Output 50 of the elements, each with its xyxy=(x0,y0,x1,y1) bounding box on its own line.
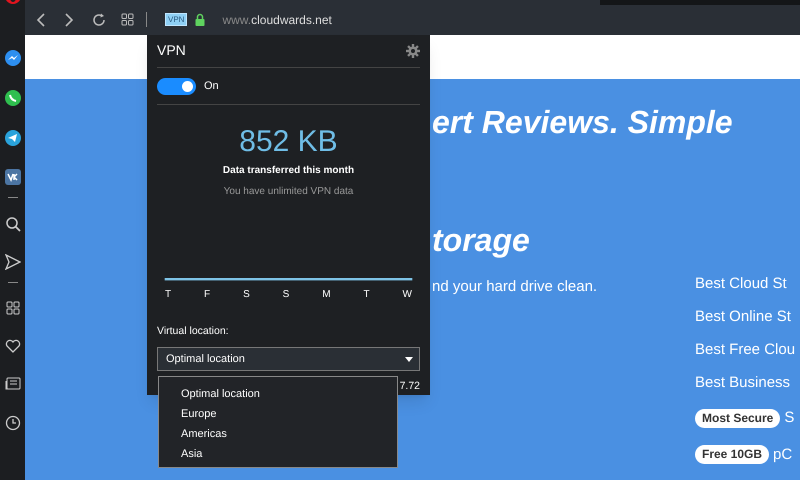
location-option[interactable]: Europe xyxy=(179,404,397,424)
review-link[interactable]: Best Online St xyxy=(695,308,796,326)
chat-bubble-icon[interactable] xyxy=(4,49,22,67)
caret-icon xyxy=(405,356,413,362)
popup-title: VPN xyxy=(157,41,186,60)
day-label: S xyxy=(243,288,250,302)
clock-icon[interactable] xyxy=(4,415,20,431)
lock-icon xyxy=(195,13,206,26)
review-link[interactable]: pC xyxy=(773,444,792,466)
data-usage-amount: 852 KB xyxy=(238,125,339,160)
day-label: M xyxy=(322,288,331,302)
news-icon[interactable] xyxy=(4,377,20,391)
forward-icon[interactable] xyxy=(64,12,74,27)
vpn-badge[interactable]: VPN xyxy=(165,13,188,26)
phone-bubble-icon[interactable] xyxy=(4,89,22,107)
location-option[interactable]: Americas xyxy=(179,424,397,444)
send-icon[interactable] xyxy=(4,254,20,270)
grid-icon[interactable] xyxy=(121,13,134,26)
paper-plane-icon[interactable] xyxy=(4,129,22,147)
location-option[interactable]: Optimal location xyxy=(179,384,397,404)
feature-badge: Free 10GB xyxy=(695,445,770,464)
reload-icon[interactable] xyxy=(92,12,106,27)
usage-caption: Data transferred this month xyxy=(222,164,356,178)
review-link[interactable]: Best Cloud St xyxy=(695,275,796,293)
section-heading: torage xyxy=(432,221,531,260)
review-link[interactable]: S xyxy=(784,407,794,430)
grid-icon[interactable] xyxy=(6,301,20,315)
settings-icon[interactable] xyxy=(406,44,420,58)
tagline: nd your hard drive clean. xyxy=(432,277,598,297)
search-icon[interactable] xyxy=(4,216,20,232)
location-label: Virtual location: xyxy=(157,324,230,340)
review-link[interactable]: Best Business xyxy=(695,374,796,392)
toggle-label: On xyxy=(204,78,219,94)
location-select[interactable]: Optimal location xyxy=(157,347,420,372)
day-label: W xyxy=(402,288,412,302)
location-option[interactable]: Asia xyxy=(179,444,397,464)
review-link[interactable]: Best Free Clou xyxy=(695,341,796,359)
usage-note: You have unlimited VPN data xyxy=(222,185,354,200)
day-label: F xyxy=(204,288,210,302)
heart-icon[interactable] xyxy=(4,339,20,353)
partial-text: 7.72 xyxy=(400,379,420,394)
vk-icon[interactable] xyxy=(4,169,20,185)
back-icon[interactable] xyxy=(36,12,46,27)
day-label: S xyxy=(282,288,290,302)
day-label: T xyxy=(364,288,370,302)
vpn-toggle[interactable] xyxy=(157,78,196,95)
feature-badge: Most Secure xyxy=(695,408,780,428)
url-text[interactable]: www.cloudwards.net xyxy=(222,10,332,29)
headline: ert Reviews. Simple xyxy=(432,103,734,142)
day-label: T xyxy=(165,288,172,302)
